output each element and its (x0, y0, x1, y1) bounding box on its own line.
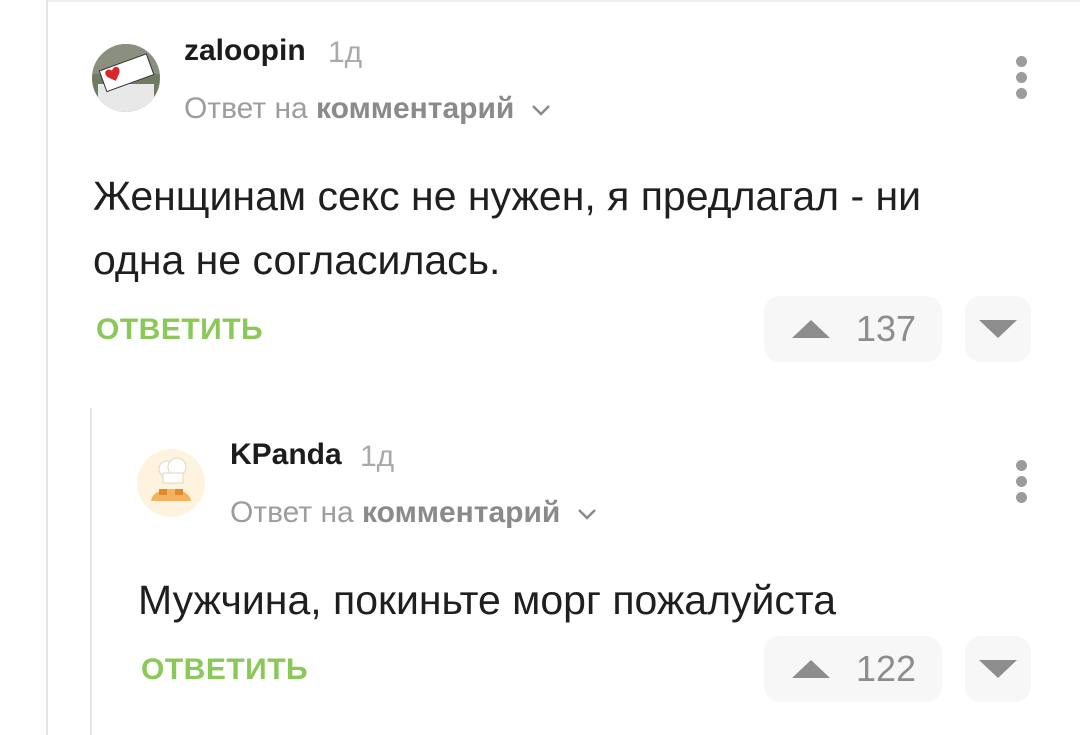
comment-timestamp: 1д (360, 440, 395, 473)
more-options-icon[interactable] (1011, 56, 1031, 106)
comment-username[interactable]: zaloopin (184, 34, 306, 68)
thread-line-nested (90, 408, 92, 735)
avatar[interactable] (92, 44, 160, 112)
comment-timestamp: 1д (328, 36, 363, 69)
reply-to-prefix: Ответ на (184, 92, 308, 125)
heart-sign-avatar-icon (92, 44, 160, 112)
avatar[interactable] (137, 449, 205, 517)
comment-body: Мужчина, покиньте морг пожалуйста (138, 577, 837, 623)
downvote-button[interactable] (965, 296, 1031, 362)
reply-button[interactable]: ОТВЕТИТЬ (96, 313, 263, 347)
downvote-arrow-icon (979, 660, 1017, 678)
upvote-button[interactable]: 137 (764, 296, 942, 362)
vote-score: 122 (856, 648, 917, 689)
more-options-icon[interactable] (1011, 460, 1031, 510)
upvote-arrow-icon (792, 660, 830, 678)
reply-to-prefix: Ответ на (230, 496, 354, 529)
reply-to-target: комментарий (362, 496, 561, 529)
vote-score: 137 (856, 308, 917, 349)
chevron-down-icon (531, 105, 550, 116)
chevron-down-icon (577, 509, 596, 520)
chef-avatar-icon (137, 449, 205, 517)
upvote-arrow-icon (792, 320, 830, 338)
comment-username[interactable]: KPanda (230, 438, 342, 472)
reply-to-link[interactable]: Ответ на комментарий (230, 496, 597, 530)
upvote-button[interactable]: 122 (764, 636, 942, 702)
comment-body: Женщинам секс не нужен, я предлагал - ни… (93, 173, 922, 283)
reply-to-link[interactable]: Ответ на комментарий (184, 92, 551, 126)
top-divider (46, 0, 1080, 2)
downvote-arrow-icon (979, 320, 1017, 338)
downvote-button[interactable] (965, 636, 1031, 702)
thread-line-root (46, 0, 48, 735)
reply-button[interactable]: ОТВЕТИТЬ (141, 653, 308, 687)
reply-to-target: комментарий (316, 92, 515, 125)
